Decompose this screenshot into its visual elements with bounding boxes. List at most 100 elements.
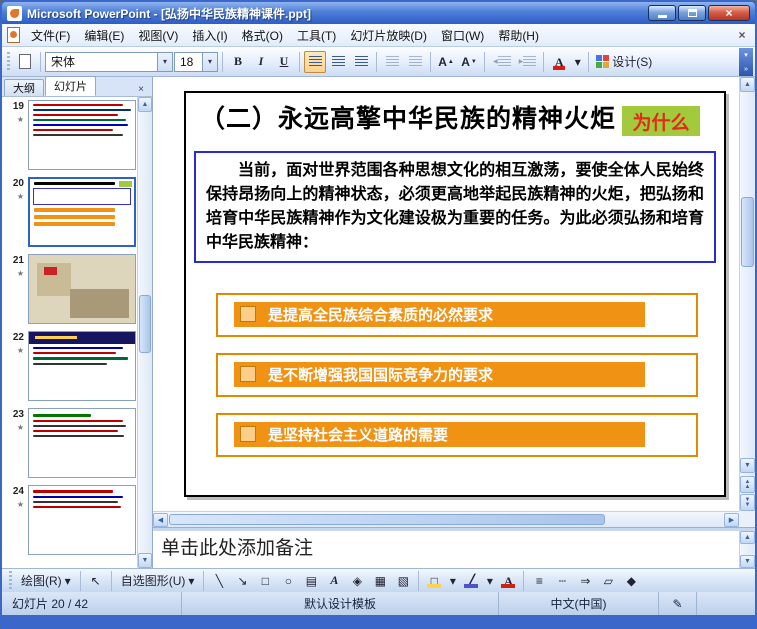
diagram-button[interactable]: ◈ — [346, 571, 368, 591]
slide-design-button[interactable]: 设计(S) — [593, 51, 655, 73]
slide-title[interactable]: （二）永远高擎中华民族的精神火炬 — [200, 104, 628, 134]
menu-slideshow[interactable]: 幻灯片放映(D) — [343, 24, 434, 47]
align-right-button[interactable] — [350, 51, 372, 73]
font-color-button[interactable]: A — [548, 51, 570, 73]
scroll-up-button[interactable]: ▲ — [740, 77, 755, 92]
menu-help[interactable]: 帮助(H) — [491, 24, 546, 47]
pane-scroll-thumb[interactable] — [139, 294, 151, 353]
notes-scrollbar[interactable]: ▲ ▼ — [739, 531, 755, 568]
tab-slides[interactable]: 幻灯片 — [45, 76, 96, 96]
document-close-icon[interactable]: × — [732, 26, 752, 44]
italic-button[interactable]: I — [250, 51, 272, 73]
slide-24-row[interactable]: 24 ★ — [4, 485, 136, 555]
tab-outline[interactable]: 大纲 — [4, 79, 44, 96]
align-left-button[interactable] — [304, 50, 326, 73]
horizontal-scrollbar[interactable]: ◀ ▶ — [153, 511, 739, 527]
slide-19-row[interactable]: 19 ★ — [4, 100, 136, 170]
select-pointer-button[interactable]: ↖ — [85, 571, 107, 591]
menu-file[interactable]: 文件(F) — [24, 24, 77, 47]
next-slide-button[interactable]: ▼ ▼ — [740, 494, 755, 511]
wordart-button[interactable]: A — [323, 571, 345, 591]
draw-menu-button[interactable]: 绘图(R) ▾ — [16, 571, 76, 591]
pane-scroll-down-button[interactable]: ▼ — [138, 553, 152, 568]
fill-color-dropdown[interactable]: ▾ — [446, 571, 459, 591]
slide-23-row[interactable]: 23 ★ — [4, 408, 136, 478]
why-badge[interactable]: 为什么 — [622, 106, 700, 136]
design-template-status[interactable]: 默认设计模板 — [182, 592, 499, 615]
slide-thumbnail[interactable] — [28, 408, 136, 478]
notes-scroll-up-button[interactable]: ▲ — [740, 531, 755, 544]
scroll-down-button[interactable]: ▼ — [740, 458, 755, 473]
font-name-select[interactable]: 宋体 ▾ — [45, 51, 173, 72]
vertical-scroll-thumb[interactable] — [741, 197, 754, 267]
chevron-down-icon[interactable]: ▾ — [157, 52, 172, 71]
font-color-dropdown[interactable]: ▾ — [571, 51, 584, 73]
menu-tools[interactable]: 工具(T) — [290, 24, 343, 47]
spellcheck-icon[interactable]: ✎ — [659, 592, 697, 615]
horizontal-scroll-thumb[interactable] — [169, 514, 605, 525]
toolbar-drag-handle[interactable] — [9, 570, 12, 591]
menu-format[interactable]: 格式(O) — [235, 24, 290, 47]
slide-thumbnail-selected[interactable] — [28, 177, 136, 247]
dash-style-button[interactable]: ┄ — [551, 571, 573, 591]
language-status[interactable]: 中文(中国) — [499, 592, 659, 615]
shadow-style-button[interactable]: ▱ — [597, 571, 619, 591]
notes-placeholder[interactable]: 单击此处添加备注 — [161, 538, 313, 559]
restore-button[interactable] — [678, 5, 706, 21]
threed-style-button[interactable]: ◆ — [620, 571, 642, 591]
rectangle-tool-button[interactable]: □ — [254, 571, 276, 591]
slide-thumbnail[interactable] — [28, 254, 136, 324]
line-color-dropdown[interactable]: ▾ — [483, 571, 496, 591]
point-box-2[interactable]: 是不断增强我国国际竞争力的要求 — [216, 353, 698, 397]
align-center-button[interactable] — [327, 51, 349, 73]
previous-slide-button[interactable]: ▲ ▲ — [740, 476, 755, 493]
font-size-select[interactable]: 18 ▾ — [174, 51, 218, 72]
slide-thumbnail[interactable] — [28, 485, 136, 555]
font-color-button[interactable]: A — [497, 571, 519, 591]
slide-thumbnail[interactable] — [28, 331, 136, 401]
arrow-style-button[interactable]: ⇒ — [574, 571, 596, 591]
point-box-1[interactable]: 是提高全民族综合素质的必然要求 — [216, 293, 698, 337]
autoshapes-menu-button[interactable]: 自选图形(U) ▾ — [116, 571, 200, 591]
textbox-tool-button[interactable]: ▤ — [300, 571, 322, 591]
minimize-button[interactable] — [648, 5, 676, 21]
slide-canvas[interactable]: （二）永远高擎中华民族的精神火炬 为什么 当前，面对世界范围各种思想文化的相互激… — [153, 77, 739, 511]
point-box-3[interactable]: 是坚持社会主义道路的需要 — [216, 413, 698, 457]
slide-22-row[interactable]: 22 ★ — [4, 331, 136, 401]
slide-21-row[interactable]: 21 ★ — [4, 254, 136, 324]
menu-view[interactable]: 视图(V) — [131, 24, 185, 47]
arrow-tool-button[interactable]: ↘ — [231, 571, 253, 591]
title-bar[interactable]: Microsoft PowerPoint - [弘扬中华民族精神课件.ppt] … — [2, 2, 755, 24]
menu-edit[interactable]: 编辑(E) — [77, 24, 131, 47]
pane-scrollbar[interactable]: ▲ ▼ — [137, 97, 152, 568]
vertical-scrollbar[interactable]: ▲ ▼ ▲ ▲ ▼ ▼ — [739, 77, 755, 511]
notes-scroll-down-button[interactable]: ▼ — [740, 555, 755, 568]
pane-scroll-up-button[interactable]: ▲ — [138, 97, 152, 112]
menu-insert[interactable]: 插入(I) — [185, 24, 234, 47]
scroll-left-button[interactable]: ◀ — [153, 513, 168, 527]
line-color-button[interactable]: ╱ — [460, 571, 482, 591]
slide-20-row[interactable]: 20 ★ — [4, 177, 136, 247]
scroll-right-button[interactable]: ▶ — [724, 513, 739, 527]
decrease-font-button[interactable]: A ▼ — [458, 51, 480, 73]
clipart-button[interactable]: ▦ — [369, 571, 391, 591]
insert-picture-button[interactable]: ▧ — [392, 571, 414, 591]
bold-button[interactable]: B — [227, 51, 249, 73]
close-button[interactable]: × — [708, 5, 750, 21]
slide-thumbnail[interactable] — [28, 100, 136, 170]
toolbar-drag-handle[interactable] — [7, 51, 10, 72]
new-slide-button[interactable] — [14, 51, 36, 73]
chevron-down-icon[interactable]: ▾ — [202, 52, 217, 71]
notes-pane[interactable]: 单击此处添加备注 ▲ ▼ — [153, 531, 755, 568]
underline-button[interactable]: U — [273, 51, 295, 73]
fill-color-button[interactable]: □ — [423, 571, 445, 591]
pane-close-icon[interactable]: × — [134, 82, 148, 96]
increase-font-button[interactable]: A ▲ — [435, 51, 457, 73]
slide[interactable]: （二）永远高擎中华民族的精神火炬 为什么 当前，面对世界范围各种思想文化的相互激… — [184, 91, 726, 497]
line-tool-button[interactable]: ╲ — [208, 571, 230, 591]
menu-window[interactable]: 窗口(W) — [434, 24, 491, 47]
oval-tool-button[interactable]: ○ — [277, 571, 299, 591]
slide-body-text[interactable]: 当前，面对世界范围各种思想文化的相互激荡，要使全体人民始终保持昂扬向上的精神状态… — [194, 151, 716, 263]
toolbar-options-button[interactable]: ▾ » — [739, 47, 753, 76]
line-style-button[interactable]: ≡ — [528, 571, 550, 591]
